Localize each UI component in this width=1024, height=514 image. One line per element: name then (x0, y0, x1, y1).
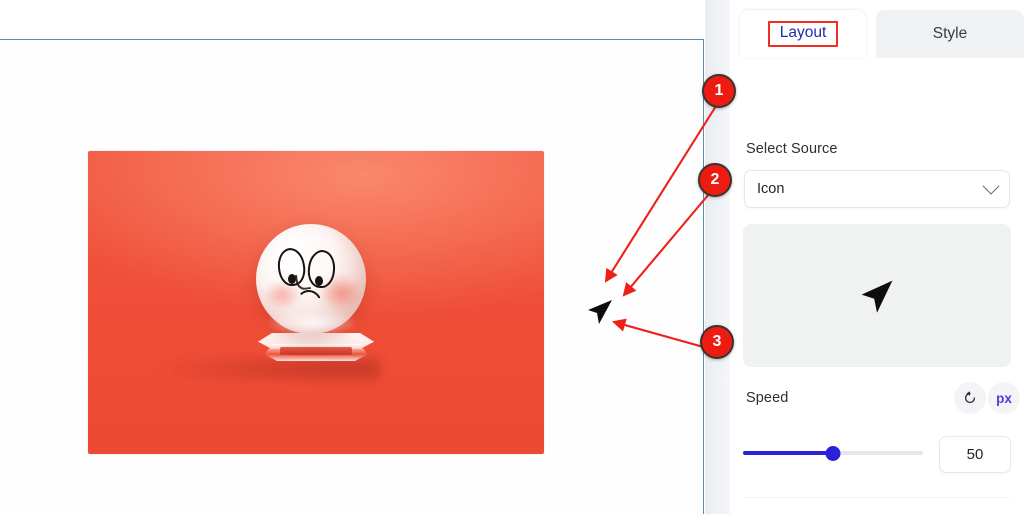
tab-layout[interactable]: Layout (740, 10, 866, 58)
speed-slider-thumb[interactable] (825, 446, 841, 461)
speed-value-text: 50 (966, 446, 984, 463)
cursor-arrow-icon (861, 280, 893, 313)
reset-speed-button[interactable] (954, 382, 986, 414)
emoji-ball (256, 224, 366, 336)
properties-panel: Layout Style Select Source Icon Speed px… (730, 0, 1024, 514)
panel-divider (744, 497, 1010, 498)
design-canvas[interactable] (0, 0, 705, 514)
tab-style[interactable]: Style (876, 10, 1024, 58)
panel-tabs: Layout Style (730, 0, 1024, 60)
panel-body: Select Source Icon Speed px 50 (730, 60, 1024, 514)
select-source-label: Select Source (746, 141, 838, 157)
emoji-artboard-image[interactable] (88, 151, 544, 454)
emoji-pupil-right (315, 276, 323, 286)
speed-value-input[interactable]: 50 (939, 436, 1011, 473)
tab-layout-label: Layout (767, 21, 839, 47)
speed-label: Speed (746, 390, 789, 406)
speed-unit-button[interactable]: px (988, 382, 1020, 414)
tab-style-label: Style (932, 25, 968, 42)
select-source-dropdown[interactable]: Icon (744, 170, 1010, 208)
panel-gutter-fill (705, 0, 730, 514)
emoji-bottom-glow (266, 310, 358, 336)
select-source-value: Icon (757, 181, 785, 197)
pedestal-plate-inner (280, 347, 352, 355)
chevron-down-icon (982, 177, 1000, 195)
speed-slider[interactable] (743, 444, 923, 462)
custom-cursor-arrow[interactable] (586, 297, 614, 327)
speed-slider-fill (743, 451, 833, 455)
reset-icon (964, 391, 976, 404)
speed-unit-label: px (996, 390, 1012, 406)
icon-preview-box[interactable] (743, 224, 1011, 367)
panel-gutter (705, 0, 730, 514)
artboard-pedestal (254, 333, 378, 367)
application-root: Layout Style Select Source Icon Speed px… (0, 0, 1024, 514)
